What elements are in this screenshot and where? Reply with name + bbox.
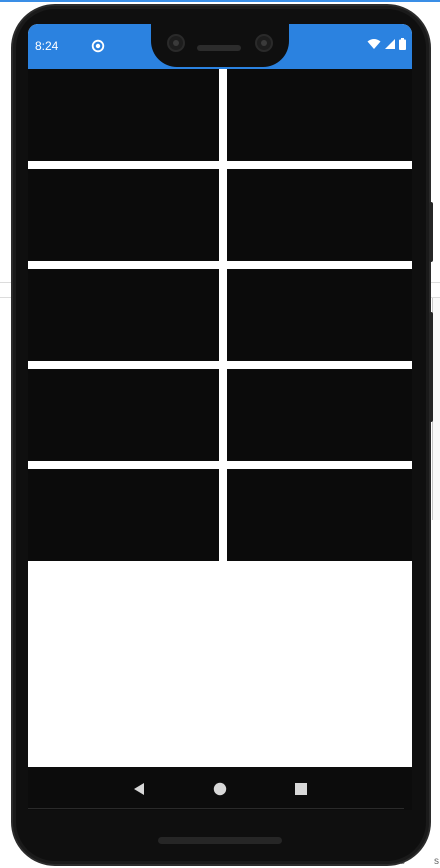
volume-button[interactable]	[429, 312, 433, 422]
data-saver-icon	[91, 39, 105, 53]
front-camera	[255, 34, 273, 52]
back-icon[interactable]	[125, 775, 153, 803]
host-side-panel	[432, 298, 440, 520]
front-camera	[167, 34, 185, 52]
power-button[interactable]	[429, 202, 433, 262]
wifi-icon	[367, 37, 381, 55]
grid-tile[interactable]	[227, 169, 412, 261]
grid-tile[interactable]	[227, 269, 412, 361]
device-screen: 8:24	[28, 24, 412, 810]
grid-tile[interactable]	[28, 469, 219, 561]
recents-icon[interactable]	[287, 775, 315, 803]
home-icon[interactable]	[206, 775, 234, 803]
grid-tile[interactable]	[28, 369, 219, 461]
bezel-line	[28, 808, 404, 809]
navigation-bar	[28, 767, 412, 810]
host-footer-text: s	[434, 856, 439, 867]
host-window-top-border	[0, 0, 440, 2]
grid-tile[interactable]	[227, 469, 412, 561]
status-icons	[367, 37, 406, 55]
signal-icon	[384, 37, 396, 55]
grid-tile[interactable]	[28, 69, 219, 161]
tile-grid	[28, 69, 412, 561]
grid-tile[interactable]	[227, 369, 412, 461]
grid-tile[interactable]	[227, 69, 412, 161]
status-time: 8:24	[35, 39, 59, 53]
display-notch	[151, 24, 289, 67]
earpiece-speaker	[197, 45, 241, 51]
battery-icon	[399, 37, 406, 55]
bottom-speaker-grille	[158, 837, 282, 844]
grid-tile[interactable]	[28, 169, 219, 261]
grid-tile[interactable]	[28, 269, 219, 361]
